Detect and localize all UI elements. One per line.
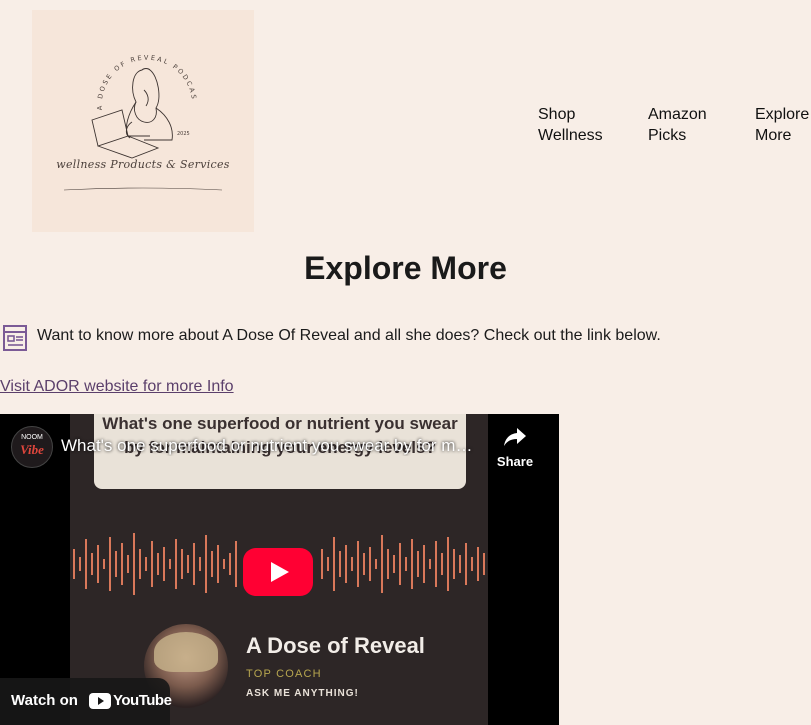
logo-illustration: A DOSE OF REVEAL PODCAST — [32, 10, 223, 191]
nav-label-line2: Picks — [648, 127, 687, 144]
nav-amazon-picks[interactable]: Amazon Picks — [648, 104, 707, 146]
watch-on-youtube-button[interactable]: Watch on YouTube — [0, 678, 172, 725]
document-icon — [3, 325, 27, 351]
nav-label-line2: Wellness — [538, 127, 603, 144]
nav-label-line1: Amazon — [648, 106, 707, 123]
host-cta: ASK ME ANYTHING! — [246, 688, 359, 699]
youtube-embed[interactable]: What's one superfood or nutrient you swe… — [0, 414, 559, 725]
share-arrow-icon — [504, 428, 526, 446]
explore-description: Want to know more about A Dose Of Reveal… — [37, 327, 661, 344]
logo-arc-text: A DOSE OF REVEAL PODCAST — [32, 10, 196, 110]
host-name: A Dose of Reveal — [246, 633, 425, 658]
share-label: Share — [496, 454, 534, 469]
nav-label-line1: Explore — [755, 106, 810, 123]
nav-shop-wellness[interactable]: Shop Wellness — [538, 104, 603, 146]
nav-label-line2: More — [755, 127, 792, 144]
page-title: Explore More — [304, 250, 507, 286]
ador-website-link[interactable]: Visit ADOR website for more Info — [0, 378, 234, 396]
youtube-wordmark: YouTube — [113, 692, 172, 709]
svg-text:A DOSE OF REVEAL PODCAST: A DOSE OF REVEAL PODCAST — [32, 10, 198, 110]
video-title[interactable]: What's one superfood or nutrient you swe… — [61, 436, 477, 456]
site-logo[interactable]: A DOSE OF REVEAL PODCAST 2025 wellness P… — [32, 10, 254, 232]
logo-tagline: wellness Products & Services — [56, 158, 230, 171]
nav-explore-more[interactable]: Explore More — [755, 104, 809, 146]
channel-name-bottom: Vibe — [20, 442, 44, 457]
watch-on-label: Watch on — [11, 692, 78, 709]
nav-label-line1: Shop — [538, 106, 576, 123]
share-button[interactable]: Share — [490, 426, 540, 469]
youtube-logo-icon — [89, 693, 111, 709]
play-button-icon[interactable] — [243, 548, 313, 596]
logo-year: 2025 — [177, 131, 190, 137]
channel-avatar[interactable]: NOOM Vibe — [11, 426, 53, 468]
channel-name-top: NOOM — [21, 434, 43, 441]
host-role: TOP COACH — [246, 668, 322, 680]
